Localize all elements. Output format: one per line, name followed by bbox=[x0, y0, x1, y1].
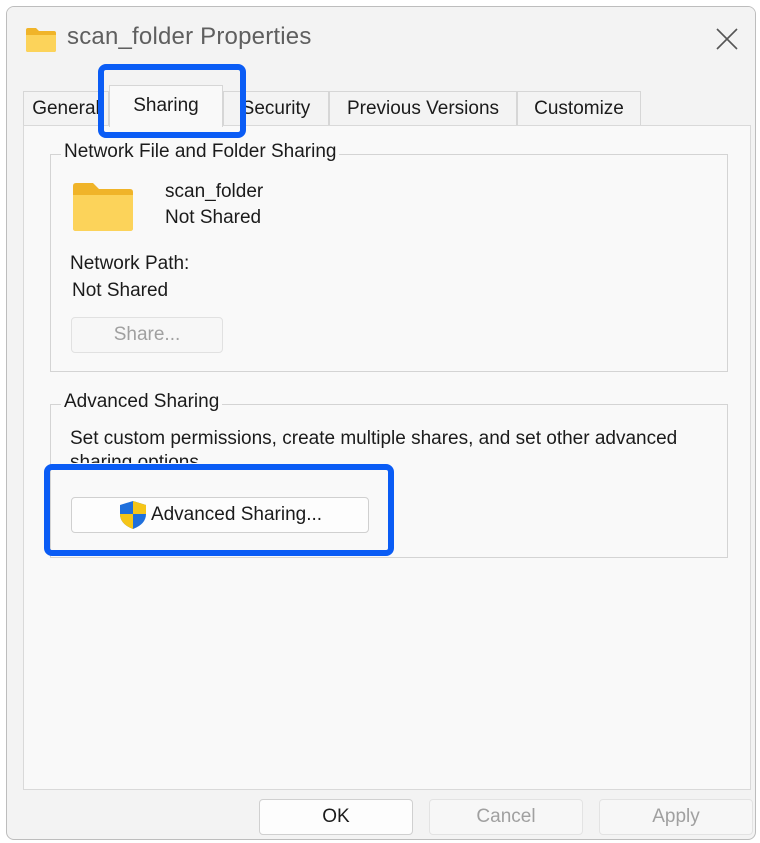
network-sharing-legend: Network File and Folder Sharing bbox=[61, 141, 340, 163]
folder-icon bbox=[26, 28, 56, 52]
folder-icon bbox=[73, 183, 133, 231]
tab-security[interactable]: Security bbox=[223, 91, 329, 125]
network-path-label: Network Path: bbox=[70, 253, 190, 274]
sharing-panel: Network File and Folder Sharing scan_fol… bbox=[23, 125, 751, 790]
advanced-sharing-legend: Advanced Sharing bbox=[61, 391, 223, 413]
tab-customize[interactable]: Customize bbox=[517, 91, 641, 125]
window-title: scan_folder Properties bbox=[67, 23, 312, 50]
tab-general[interactable]: General bbox=[23, 91, 109, 125]
advanced-sharing-group: Advanced Sharing Set custom permissions,… bbox=[50, 391, 728, 558]
apply-button[interactable]: Apply bbox=[599, 799, 753, 835]
close-icon bbox=[716, 28, 738, 50]
properties-window: scan_folder Properties General Sharing S… bbox=[6, 6, 756, 840]
folder-share-status: Not Shared bbox=[165, 207, 262, 228]
uac-shield-icon bbox=[119, 501, 146, 529]
close-button[interactable] bbox=[705, 17, 749, 61]
advanced-sharing-button-label: Advanced Sharing... bbox=[150, 504, 323, 525]
network-path-value: Not Shared bbox=[72, 280, 169, 301]
advanced-sharing-description: Set custom permissions, create multiple … bbox=[70, 428, 678, 463]
folder-name: scan_folder bbox=[165, 181, 264, 202]
title-bar: scan_folder Properties bbox=[7, 7, 755, 73]
tab-previous-versions[interactable]: Previous Versions bbox=[329, 91, 517, 125]
share-button[interactable]: Share... bbox=[71, 317, 223, 353]
tab-sharing[interactable]: Sharing bbox=[109, 85, 223, 127]
advanced-sharing-button[interactable]: Advanced Sharing... bbox=[71, 497, 369, 533]
network-sharing-group: Network File and Folder Sharing scan_fol… bbox=[50, 141, 728, 372]
cancel-button[interactable]: Cancel bbox=[429, 799, 583, 835]
ok-button[interactable]: OK bbox=[259, 799, 413, 835]
